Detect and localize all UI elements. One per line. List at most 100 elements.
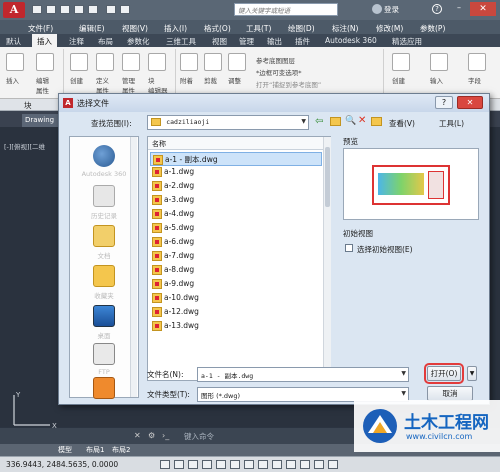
user-icon[interactable] xyxy=(372,4,382,14)
search-input[interactable]: 键入关键字或短语 xyxy=(234,3,338,16)
polar-icon[interactable] xyxy=(216,460,226,469)
login-link[interactable]: 登录 xyxy=(384,4,399,15)
selection-cycling-icon[interactable] xyxy=(328,460,338,469)
grid-icon[interactable] xyxy=(174,460,184,469)
quick-properties-icon[interactable] xyxy=(314,460,324,469)
lineweight-icon[interactable] xyxy=(286,460,296,469)
menu-tools[interactable]: 工具(T) xyxy=(246,23,271,34)
dialog-title-bar[interactable]: A 选择文件 ? ✕ xyxy=(59,94,489,112)
dialog-close-button[interactable]: ✕ xyxy=(457,96,483,109)
file-row[interactable]: a-4.dwg xyxy=(150,208,322,222)
tab-output[interactable]: 输出 xyxy=(267,36,282,47)
file-row[interactable]: a-10.dwg xyxy=(150,292,322,306)
ortho-icon[interactable] xyxy=(202,460,212,469)
coordinates-readout[interactable]: 336.9443, 2484.5635, 0.0000 xyxy=(6,460,118,469)
edit-attribute-icon[interactable] xyxy=(36,53,54,71)
menu-dimension[interactable]: 标注(N) xyxy=(332,23,358,34)
snap-icon[interactable] xyxy=(188,460,198,469)
layout-tab-2[interactable]: 布局2 xyxy=(112,445,130,455)
close-command-icon[interactable]: ✕ xyxy=(134,431,141,440)
doc-tab-drawing[interactable]: Drawing xyxy=(22,114,62,127)
file-row[interactable]: a-1 - 副本.dwg xyxy=(150,152,322,166)
close-button[interactable]: ✕ xyxy=(470,2,496,16)
otrack-icon[interactable] xyxy=(244,460,254,469)
layout-tab-1[interactable]: 布局1 xyxy=(86,445,104,455)
panel-label-block[interactable]: 块 xyxy=(24,100,32,111)
file-row[interactable]: a-5.dwg xyxy=(150,222,322,236)
create-data-icon[interactable] xyxy=(392,53,410,71)
saveas-icon[interactable] xyxy=(74,5,84,14)
places-scrollbar[interactable] xyxy=(130,137,137,397)
frame-variable-label[interactable]: *边框可变选项* xyxy=(256,67,302,77)
undo-icon[interactable] xyxy=(106,5,116,14)
adjust-icon[interactable] xyxy=(228,53,246,71)
viewport-label[interactable]: [-][俯视][二维 xyxy=(4,141,45,151)
place-autodesk-360[interactable]: Autodesk 360 xyxy=(70,145,138,178)
menu-modify[interactable]: 修改(M) xyxy=(376,23,403,34)
select-initial-view-label[interactable]: 选择初始视图(E) xyxy=(357,244,413,255)
osnap-icon[interactable] xyxy=(230,460,240,469)
save-icon[interactable] xyxy=(60,5,70,14)
file-row[interactable]: a-8.dwg xyxy=(150,264,322,278)
transparency-icon[interactable] xyxy=(300,460,310,469)
menu-format[interactable]: 格式(O) xyxy=(204,23,231,34)
help-button[interactable]: ? xyxy=(435,96,453,109)
file-row[interactable]: a-7.dwg xyxy=(150,250,322,264)
tab-3d-tools[interactable]: 三维工具 xyxy=(166,36,196,47)
back-icon[interactable]: ⇦ xyxy=(315,116,323,127)
menu-edit[interactable]: 编辑(E) xyxy=(79,23,105,34)
import-icon[interactable] xyxy=(430,53,448,71)
tab-manage[interactable]: 管理 xyxy=(239,36,254,47)
look-in-combo[interactable]: cadziliaoji ▼ xyxy=(147,115,309,130)
search-web-icon[interactable]: 🔍 xyxy=(345,116,356,126)
tab-layout[interactable]: 布局 xyxy=(98,36,113,47)
tab-insert[interactable]: 插入 xyxy=(32,34,57,47)
file-row[interactable]: a-6.dwg xyxy=(150,236,322,250)
delete-icon[interactable]: ✕ xyxy=(358,115,366,126)
redo-icon[interactable] xyxy=(120,5,130,14)
model-space-icon[interactable] xyxy=(160,460,170,469)
menu-file[interactable]: 文件(F) xyxy=(28,23,53,34)
menu-parametric[interactable]: 参数(P) xyxy=(420,23,445,34)
place-history[interactable]: 历史记录 xyxy=(70,185,138,220)
menu-insert[interactable]: 插入(I) xyxy=(164,23,187,34)
file-row[interactable]: a-9.dwg xyxy=(150,278,322,292)
ducs-icon[interactable] xyxy=(258,460,268,469)
tools-menu[interactable]: 工具(L) xyxy=(439,118,464,129)
minimize-button[interactable]: – xyxy=(452,3,466,15)
file-row[interactable]: a-2.dwg xyxy=(150,180,322,194)
block-editor-icon[interactable] xyxy=(148,53,166,71)
place-favorites[interactable]: 收藏夹 xyxy=(70,265,138,300)
column-header-name[interactable]: 名称 xyxy=(148,137,323,150)
menu-draw[interactable]: 绘图(D) xyxy=(288,23,315,34)
snap-underlay-label[interactable]: 打开“捕捉到参考底图” xyxy=(256,79,321,89)
open-options-button[interactable]: ▼ xyxy=(467,366,477,381)
tab-featured-apps[interactable]: 精选应用 xyxy=(392,36,422,47)
underlay-layers-label[interactable]: 参考底图图层 xyxy=(256,55,295,65)
new-icon[interactable] xyxy=(32,5,42,14)
place-ftp[interactable]: FTP xyxy=(70,343,138,376)
open-button[interactable]: 打开(O) xyxy=(424,363,464,384)
filename-input[interactable]: a-1 - 副本.dwg ▼ xyxy=(197,367,409,382)
file-list-scrollbar[interactable] xyxy=(323,137,331,380)
place-desktop[interactable]: 桌面 xyxy=(70,305,138,340)
cancel-button[interactable]: 取消 xyxy=(427,386,473,401)
scroll-thumb[interactable] xyxy=(325,147,330,207)
place-more[interactable] xyxy=(70,377,138,402)
layout-tab-model[interactable]: 模型 xyxy=(58,445,72,455)
open-icon[interactable] xyxy=(46,5,56,14)
select-initial-view-checkbox[interactable] xyxy=(345,244,353,252)
tab-annotate[interactable]: 注释 xyxy=(69,36,84,47)
tab-home[interactable]: 默认 xyxy=(6,36,21,47)
place-documents[interactable]: 文档 xyxy=(70,225,138,260)
file-row[interactable]: a-3.dwg xyxy=(150,194,322,208)
menu-view[interactable]: 视图(V) xyxy=(122,23,148,34)
insert-block-icon[interactable] xyxy=(6,53,24,71)
file-row[interactable]: a-13.dwg xyxy=(150,320,322,334)
views-menu[interactable]: 查看(V) xyxy=(389,118,415,129)
tab-plugins[interactable]: 插件 xyxy=(295,36,310,47)
dyn-icon[interactable] xyxy=(272,460,282,469)
print-icon[interactable] xyxy=(88,5,98,14)
file-row[interactable]: a-12.dwg xyxy=(150,306,322,320)
manage-attribute-icon[interactable] xyxy=(122,53,140,71)
